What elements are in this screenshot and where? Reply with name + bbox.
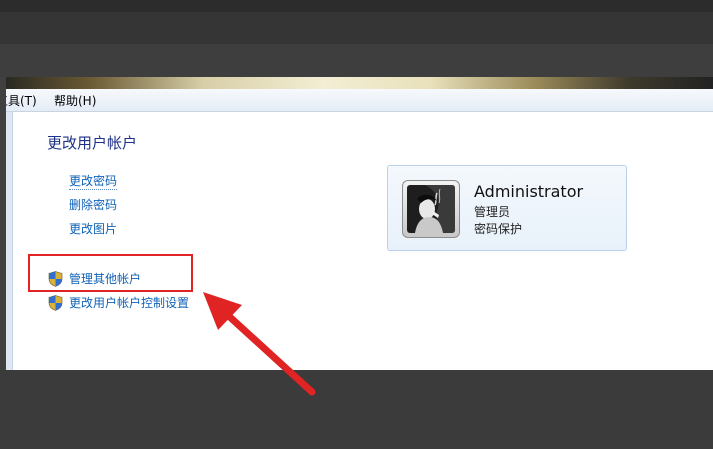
red-pointer-arrow [203, 292, 316, 396]
